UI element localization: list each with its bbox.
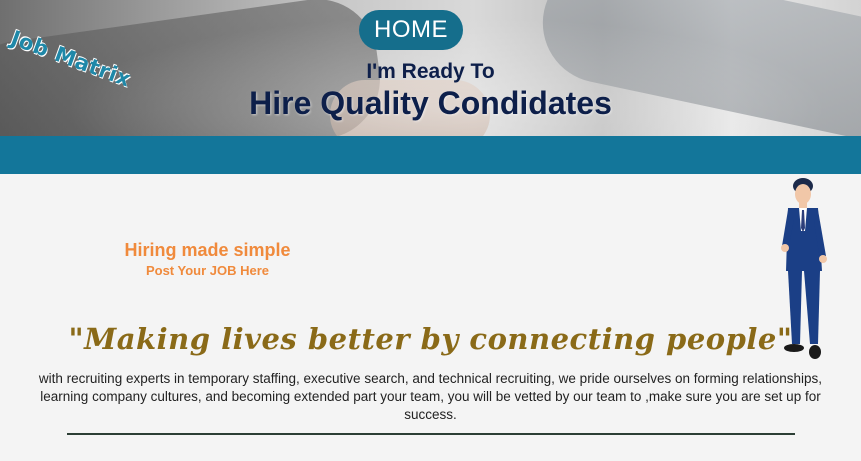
tagline-small: I'm Ready To <box>366 60 495 83</box>
description-text: with recruiting experts in temporary sta… <box>38 371 823 422</box>
hiring-headline: Hiring made simple <box>124 240 291 260</box>
mission-quote: "Making lives better by connecting peopl… <box>68 322 793 356</box>
hiring-block: Hiring made simple Post Your JOB Here <box>0 240 415 278</box>
divider <box>67 433 795 435</box>
post-job-link[interactable]: Post Your JOB Here <box>0 263 415 278</box>
home-button[interactable]: HOME <box>359 10 463 50</box>
tagline-headline: Hire Quality Condidates <box>249 85 612 121</box>
header-band <box>0 136 861 174</box>
